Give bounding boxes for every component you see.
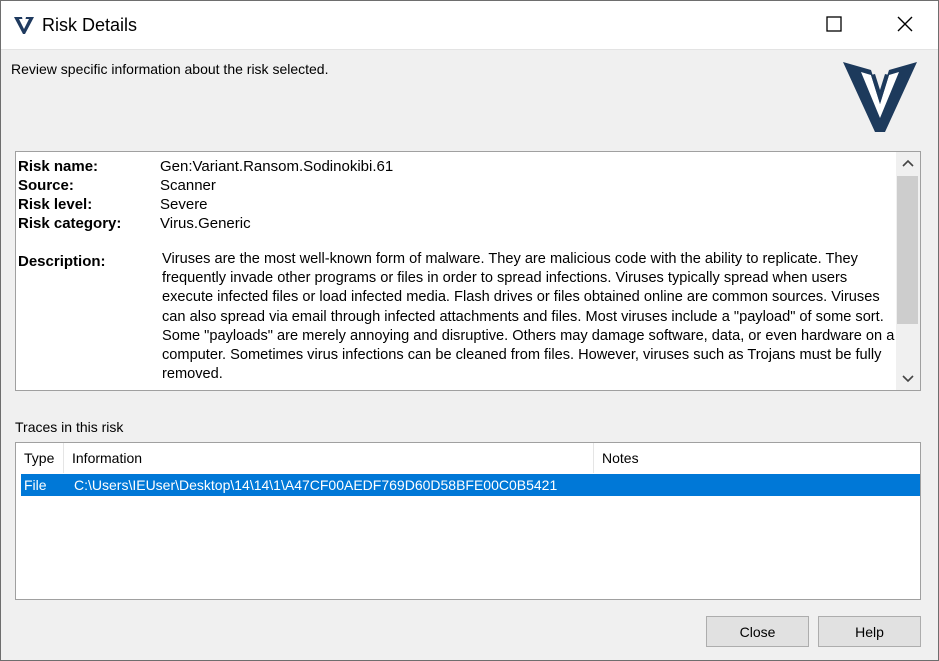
scroll-up-button[interactable]: [896, 152, 920, 174]
content-area: Risk name: Gen:Variant.Ransom.Sodinokibi…: [1, 147, 938, 660]
details-scrollbar[interactable]: [896, 152, 920, 390]
risk-category-label: Risk category:: [18, 215, 122, 232]
description-label: Description:: [18, 253, 106, 270]
scroll-down-button[interactable]: [896, 368, 920, 390]
minimize-icon: [754, 1, 800, 47]
window-title: Risk Details: [42, 15, 138, 35]
chevron-up-icon: [902, 159, 914, 167]
risk-details-text: Risk name: Gen:Variant.Ransom.Sodinokibi…: [16, 152, 896, 390]
column-header-notes[interactable]: Notes: [594, 443, 920, 473]
risk-category-value: Virus.Generic: [160, 215, 251, 232]
column-header-information[interactable]: Information: [64, 443, 594, 473]
risk-details-window: Risk Details Review specific information…: [0, 0, 939, 661]
table-header: Type Information Notes: [16, 443, 920, 473]
column-header-type[interactable]: Type: [16, 443, 64, 473]
close-window-button[interactable]: [882, 1, 928, 47]
risk-level-value: Severe: [160, 196, 208, 213]
trace-information: C:\Users\IEUser\Desktop\14\14\1\A47CF00A…: [74, 477, 558, 493]
table-row[interactable]: File C:\Users\IEUser\Desktop\14\14\1\A47…: [21, 474, 920, 496]
maximize-button[interactable]: [811, 1, 857, 47]
minimize-button[interactable]: [754, 1, 800, 47]
title-bar[interactable]: Risk Details: [1, 1, 938, 49]
help-button[interactable]: Help: [818, 616, 921, 647]
risk-name-value: Gen:Variant.Ransom.Sodinokibi.61: [160, 158, 394, 175]
traces-table[interactable]: Type Information Notes File C:\Users\IEU…: [15, 442, 921, 600]
scroll-thumb[interactable]: [897, 176, 918, 324]
trace-type: File: [24, 477, 47, 493]
close-button[interactable]: Close: [706, 616, 809, 647]
traces-label: Traces in this risk: [15, 419, 124, 435]
maximize-icon: [826, 16, 842, 32]
vipre-logo-icon: [13, 14, 35, 36]
risk-name-label: Risk name:: [18, 158, 99, 175]
source-label: Source:: [18, 177, 74, 194]
chevron-down-icon: [902, 375, 914, 383]
close-icon: [897, 16, 913, 32]
header-description: Review specific information about the ri…: [11, 61, 329, 77]
header-band: Review specific information about the ri…: [1, 49, 938, 147]
risk-details-panel[interactable]: Risk name: Gen:Variant.Ransom.Sodinokibi…: [15, 151, 921, 391]
vipre-logo-icon: [841, 58, 919, 134]
risk-level-label: Risk level:: [18, 196, 93, 213]
source-value: Scanner: [160, 177, 216, 194]
description-text: Viruses are the most well-known form of …: [162, 251, 895, 383]
